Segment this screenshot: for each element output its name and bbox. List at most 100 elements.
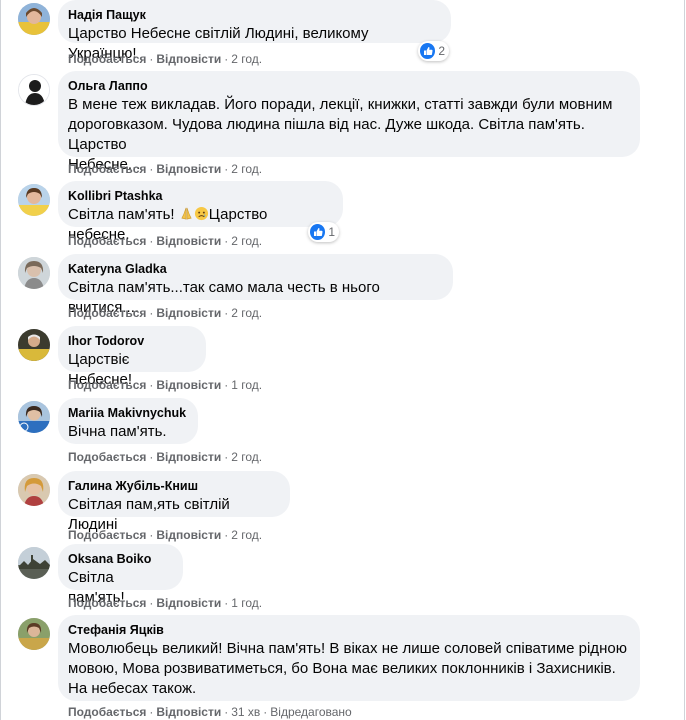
- comment-bubble: Стефанія Яцків Моволюбець великий! Вічна…: [58, 615, 640, 701]
- separator-dot: ·: [224, 162, 229, 176]
- comment-timestamp[interactable]: 31 хв: [231, 705, 260, 719]
- reply-button[interactable]: Відповісти: [156, 162, 221, 176]
- edited-label[interactable]: Відредаговано: [270, 705, 351, 719]
- comment-bubble: Галина Жубіль-Книш Світлая пам,ять світл…: [58, 471, 290, 533]
- comment-author[interactable]: Oksana Boiko: [68, 551, 171, 567]
- reply-button[interactable]: Відповісти: [156, 378, 221, 392]
- separator-dot: ·: [224, 705, 229, 719]
- like-button[interactable]: Подобається: [68, 378, 146, 392]
- separator-dot: ·: [224, 306, 229, 320]
- avatar[interactable]: [18, 3, 50, 35]
- comment-author[interactable]: Kateryna Gladka: [68, 261, 441, 277]
- comment-text-start: Світла пам'ять!: [68, 206, 179, 223]
- comment-actions: Подобається · Відповісти · 2 год.: [68, 161, 262, 177]
- comment-author[interactable]: Ihor Todorov: [68, 333, 194, 349]
- avatar[interactable]: [18, 184, 50, 216]
- avatar[interactable]: [18, 257, 50, 289]
- sad-face-icon: [194, 206, 208, 221]
- separator-dot: ·: [149, 450, 154, 464]
- like-button[interactable]: Подобається: [68, 162, 146, 176]
- separator-dot: ·: [224, 234, 229, 248]
- like-icon: [420, 43, 436, 59]
- comment-text-line: В мене теж викладав. Його поради, лекції…: [68, 96, 613, 113]
- like-button[interactable]: Подобається: [68, 306, 146, 320]
- comment-bubble: Надія Пащук Царство Небесне світлій Люди…: [58, 0, 451, 62]
- separator-dot: ·: [149, 596, 154, 610]
- comment-timestamp[interactable]: 2 год.: [231, 52, 262, 66]
- like-button[interactable]: Подобається: [68, 705, 146, 719]
- comment-author[interactable]: Ольга Лаппо: [68, 78, 628, 94]
- folded-hands-icon: [181, 207, 192, 220]
- comment-timestamp[interactable]: 2 год.: [231, 234, 262, 248]
- separator-dot: ·: [263, 705, 268, 719]
- avatar[interactable]: [18, 401, 50, 433]
- comment-actions: Подобається · Відповісти · 31 хв · Відредагова…: [68, 704, 352, 720]
- comment-actions: Подобається · Відповісти · 2 год.: [68, 51, 262, 67]
- reaction-count-badge[interactable]: 1: [308, 222, 339, 242]
- reaction-count-badge[interactable]: 2: [418, 41, 449, 61]
- comment-actions: Подобається · Відповісти · 2 год.: [68, 233, 262, 249]
- like-button[interactable]: Подобається: [68, 596, 146, 610]
- reply-button[interactable]: Відповісти: [156, 234, 221, 248]
- comment-bubble: Kateryna Gladka Світла пам'ять...так сам…: [58, 254, 453, 316]
- like-button[interactable]: Подобається: [68, 450, 146, 464]
- separator-dot: ·: [149, 306, 154, 320]
- like-icon: [310, 224, 326, 240]
- comment-author[interactable]: Mariia Makivnychuk: [68, 405, 186, 421]
- comment-text-line: На небесах також.: [68, 680, 197, 697]
- comment-timestamp[interactable]: 2 год.: [231, 528, 262, 542]
- comment-author[interactable]: Галина Жубіль-Книш: [68, 478, 278, 494]
- comment-timestamp[interactable]: 1 год.: [231, 596, 262, 610]
- separator-dot: ·: [149, 378, 154, 392]
- reply-button[interactable]: Відповісти: [156, 306, 221, 320]
- avatar[interactable]: [18, 474, 50, 506]
- separator-dot: ·: [149, 705, 154, 719]
- comment-actions: Подобається · Відповісти · 1 год.: [68, 595, 262, 611]
- comment-bubble: Kollibri Ptashka Світла пам'ять! Царство…: [58, 181, 343, 243]
- like-button[interactable]: Подобається: [68, 528, 146, 542]
- reply-button[interactable]: Відповісти: [156, 705, 221, 719]
- frame-border-right: [684, 0, 685, 720]
- comment-author[interactable]: Надія Пащук: [68, 7, 439, 23]
- comment-actions: Подобається · Відповісти · 2 год.: [68, 449, 262, 465]
- avatar[interactable]: [18, 547, 50, 579]
- reply-button[interactable]: Відповісти: [156, 450, 221, 464]
- comment-author[interactable]: Стефанія Яцків: [68, 622, 628, 638]
- separator-dot: ·: [149, 52, 154, 66]
- separator-dot: ·: [224, 378, 229, 392]
- separator-dot: ·: [224, 528, 229, 542]
- comment-text-line: Моволюбець великий! Вічна пам'ять! В вік…: [68, 640, 627, 657]
- reply-button[interactable]: Відповісти: [156, 52, 221, 66]
- comment-timestamp[interactable]: 1 год.: [231, 378, 262, 392]
- comment-timestamp[interactable]: 2 год.: [231, 306, 262, 320]
- avatar[interactable]: [18, 329, 50, 361]
- comment-timestamp[interactable]: 2 год.: [231, 450, 262, 464]
- comment-author[interactable]: Kollibri Ptashka: [68, 188, 331, 204]
- separator-dot: ·: [224, 450, 229, 464]
- separator-dot: ·: [149, 162, 154, 176]
- comment-text: Вічна пам'ять.: [68, 423, 167, 440]
- avatar[interactable]: [18, 618, 50, 650]
- comment-bubble: Mariia Makivnychuk Вічна пам'ять.: [58, 398, 198, 444]
- like-button[interactable]: Подобається: [68, 52, 146, 66]
- separator-dot: ·: [224, 596, 229, 610]
- reply-button[interactable]: Відповісти: [156, 596, 221, 610]
- avatar[interactable]: [18, 74, 50, 106]
- reply-button[interactable]: Відповісти: [156, 528, 221, 542]
- comment-actions: Подобається · Відповісти · 2 год.: [68, 305, 262, 321]
- comment-actions: Подобається · Відповісти · 2 год.: [68, 527, 262, 543]
- like-button[interactable]: Подобається: [68, 234, 146, 248]
- separator-dot: ·: [224, 52, 229, 66]
- reaction-count: 2: [438, 44, 445, 58]
- comment-actions: Подобається · Відповісти · 1 год.: [68, 377, 262, 393]
- separator-dot: ·: [149, 528, 154, 542]
- separator-dot: ·: [149, 234, 154, 248]
- reaction-count: 1: [328, 225, 335, 239]
- comment-bubble: Ольга Лаппо В мене теж викладав. Його по…: [58, 71, 640, 173]
- comment-bubble: Ihor Todorov Царствіє Небесне!: [58, 326, 206, 388]
- frame-border-left: [0, 0, 1, 720]
- comment-timestamp[interactable]: 2 год.: [231, 162, 262, 176]
- comment-text-line: мовою, Мова розвиватиметься, бо Вона має…: [68, 660, 616, 677]
- comment-bubble: Oksana Boiko Світла пам'ять!: [58, 544, 183, 606]
- comment-text-line: дороговказом. Чудова людина пішла від на…: [68, 116, 585, 153]
